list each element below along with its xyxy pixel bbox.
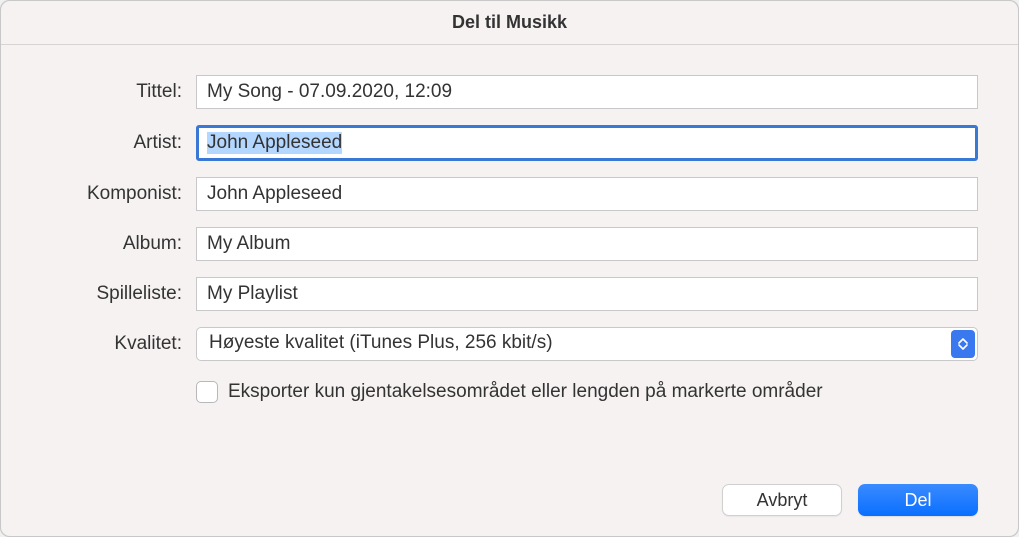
artist-input[interactable]: John Appleseed <box>196 125 978 161</box>
artist-row: Artist: John Appleseed <box>41 125 978 161</box>
playlist-row: Spilleliste: <box>41 277 978 311</box>
quality-select-value: Høyeste kvalitet (iTunes Plus, 256 kbit/… <box>209 332 553 353</box>
album-label: Album: <box>41 233 196 255</box>
share-to-music-dialog: Del til Musikk Tittel: Artist: John Appl… <box>0 0 1019 537</box>
quality-select[interactable]: Høyeste kvalitet (iTunes Plus, 256 kbit/… <box>196 327 978 361</box>
composer-row: Komponist: <box>41 177 978 211</box>
quality-row: Kvalitet: Høyeste kvalitet (iTunes Plus,… <box>41 327 978 361</box>
composer-input[interactable] <box>196 177 978 211</box>
cancel-button[interactable]: Avbryt <box>722 484 842 516</box>
export-range-checkbox[interactable] <box>196 381 218 403</box>
playlist-input[interactable] <box>196 277 978 311</box>
artist-label: Artist: <box>41 132 196 154</box>
export-checkbox-label: Eksporter kun gjentakelsesområdet eller … <box>228 381 823 403</box>
title-row: Tittel: <box>41 75 978 109</box>
dialog-content: Tittel: Artist: John Appleseed Komponist… <box>1 45 1018 536</box>
title-input[interactable] <box>196 75 978 109</box>
dialog-titlebar: Del til Musikk <box>1 1 1018 45</box>
export-checkbox-row: Eksporter kun gjentakelsesområdet eller … <box>196 381 978 403</box>
quality-label: Kvalitet: <box>41 333 196 355</box>
dialog-title: Del til Musikk <box>452 12 567 33</box>
playlist-label: Spilleliste: <box>41 283 196 305</box>
dialog-button-row: Avbryt Del <box>41 454 978 516</box>
album-row: Album: <box>41 227 978 261</box>
share-button[interactable]: Del <box>858 484 978 516</box>
artist-input-value: John Appleseed <box>207 132 342 154</box>
title-label: Tittel: <box>41 81 196 103</box>
composer-label: Komponist: <box>41 183 196 205</box>
album-input[interactable] <box>196 227 978 261</box>
